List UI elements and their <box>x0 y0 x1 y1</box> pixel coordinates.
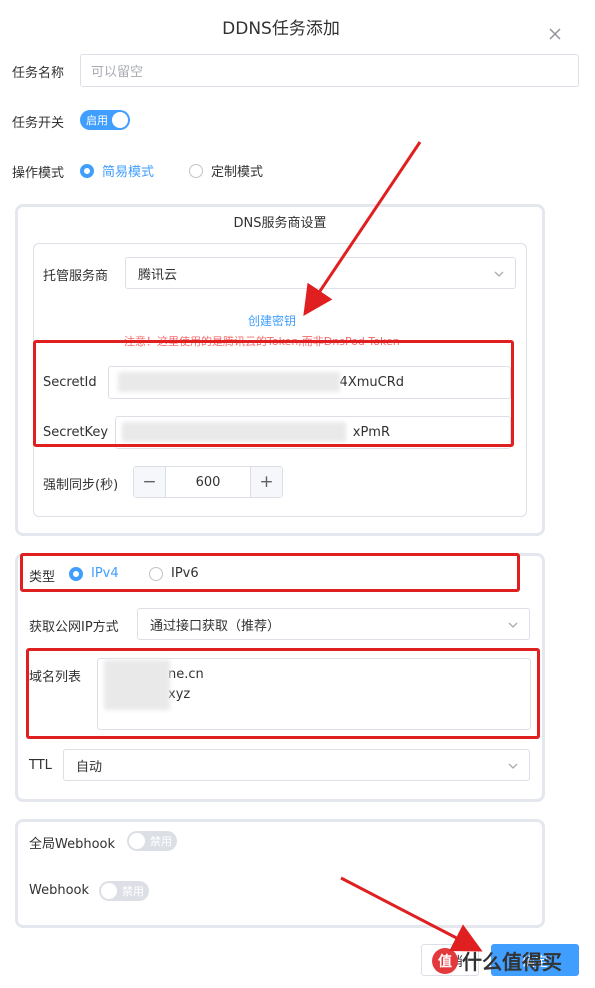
webhook-label: Webhook <box>29 883 90 898</box>
force-sync-value[interactable]: 600 <box>166 467 250 497</box>
ip-method-label: 获取公网IP方式 <box>29 620 119 635</box>
watermark-badge: 值 <box>432 947 458 974</box>
increment-button[interactable]: + <box>250 467 282 497</box>
site-watermark: 值 什么值得买 <box>432 946 562 975</box>
chevron-down-icon <box>508 622 518 628</box>
mode-simple-label: 简易模式 <box>102 165 155 180</box>
watermark-text: 什么值得买 <box>462 950 562 974</box>
task-switch-label: 任务开关 <box>12 116 65 131</box>
mode-label: 操作模式 <box>12 166 65 181</box>
radio-dot <box>189 163 203 178</box>
type-highlight-box <box>20 553 520 592</box>
global-webhook-toggle[interactable]: 禁用 <box>127 831 177 851</box>
ttl-select[interactable]: 自动 <box>63 749 530 781</box>
create-key-link[interactable]: 创建密钥 <box>248 312 296 329</box>
ttl-value: 自动 <box>76 759 103 775</box>
provider-value: 腾讯云 <box>138 267 178 283</box>
dialog-title: DDNS任务添加 <box>222 19 340 39</box>
ttl-label: TTL <box>29 758 52 773</box>
global-webhook-label: 全局Webhook <box>29 837 116 852</box>
decrement-button[interactable]: − <box>134 467 166 497</box>
chevron-down-icon <box>508 763 518 769</box>
secret-highlight-box <box>33 340 514 447</box>
ip-method-value: 通过接口获取（推荐） <box>150 618 281 634</box>
provider-label: 托管服务商 <box>43 269 109 284</box>
provider-select[interactable]: 腾讯云 <box>125 257 516 289</box>
close-icon[interactable] <box>547 26 563 42</box>
global-webhook-state: 禁用 <box>150 835 172 848</box>
mode-radio-custom[interactable]: 定制模式 <box>189 161 263 180</box>
mode-radio-simple[interactable]: 简易模式 <box>80 161 154 180</box>
switch-knob <box>112 112 128 128</box>
radio-dot <box>80 163 94 178</box>
mode-custom-label: 定制模式 <box>211 165 264 180</box>
task-switch-toggle[interactable]: 启用 <box>80 110 130 130</box>
task-name-label: 任务名称 <box>12 66 65 81</box>
switch-knob <box>129 833 145 849</box>
chevron-down-icon <box>494 271 504 277</box>
webhook-state: 禁用 <box>122 885 144 898</box>
force-sync-stepper[interactable]: − 600 + <box>133 466 283 498</box>
force-sync-label: 强制同步(秒) <box>43 478 119 493</box>
domain-highlight-box <box>26 648 540 739</box>
webhook-toggle[interactable]: 禁用 <box>99 881 149 901</box>
switch-knob <box>101 883 117 899</box>
task-switch-state: 启用 <box>86 114 108 127</box>
ip-method-select[interactable]: 通过接口获取（推荐） <box>137 608 530 640</box>
dns-panel-title: DNS服务商设置 <box>233 216 327 231</box>
task-name-input[interactable]: 可以留空 <box>80 54 579 87</box>
